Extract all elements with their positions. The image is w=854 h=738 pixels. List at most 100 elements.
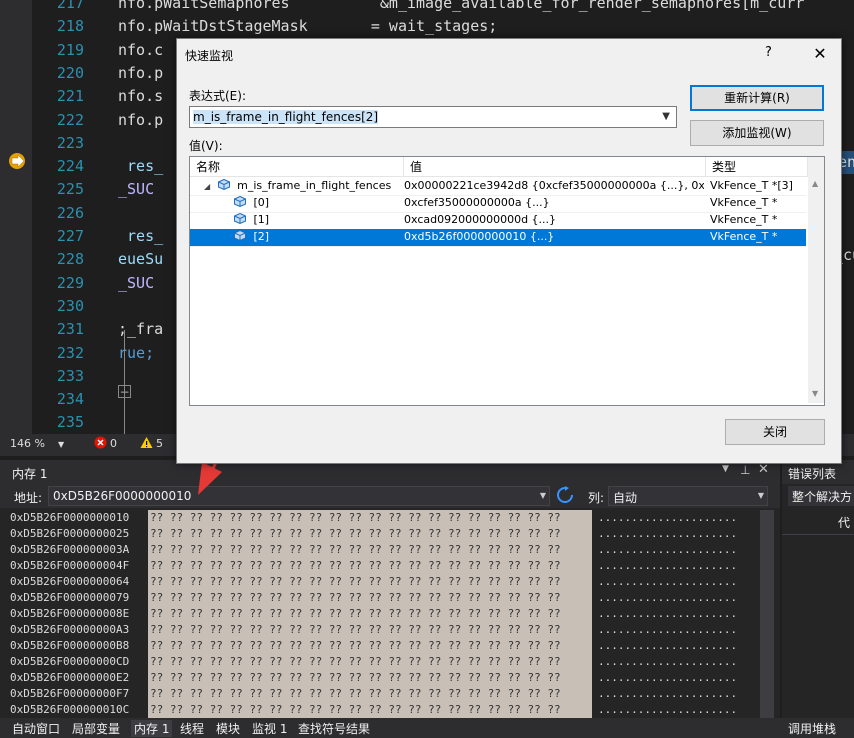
memory-row-ascii[interactable]: ..................... xyxy=(598,702,737,718)
column-header-type[interactable]: 类型 xyxy=(706,157,808,177)
scroll-down-icon[interactable]: ▼ xyxy=(812,389,818,398)
memory-row-ascii[interactable]: ..................... xyxy=(598,686,737,702)
expression-input[interactable]: m_is_frame_in_flight_fences[2] ▼ xyxy=(189,106,677,128)
bottom-tab[interactable]: 自动窗口 xyxy=(12,720,60,737)
memory-row-ascii[interactable]: ..................... xyxy=(598,574,737,590)
memory-row[interactable]: 0xD5B26F00000000F7 ?? ?? ?? ?? ?? ?? ?? ?… xyxy=(0,686,760,702)
row-type: VkFence_T * xyxy=(710,230,778,243)
memory-row-ascii[interactable]: ..................... xyxy=(598,654,737,670)
scroll-up-icon[interactable]: ▲ xyxy=(812,179,818,188)
memory-row-ascii[interactable]: ..................... xyxy=(598,526,737,542)
code-line[interactable]: res_ xyxy=(118,155,163,178)
bottom-tab[interactable]: 局部变量 xyxy=(72,720,120,737)
chevron-down-icon[interactable]: ▼ xyxy=(758,491,764,500)
memory-row-ascii[interactable]: ..................... xyxy=(598,542,737,558)
watch-grid[interactable]: 名称 值 类型 ◢ m_is_frame_in_flight_fences 0x… xyxy=(189,156,825,406)
close-button[interactable]: 关闭 xyxy=(725,419,825,445)
memory-row-ascii[interactable]: ..................... xyxy=(598,670,737,686)
memory-row[interactable]: 0xD5B26F000000010C ?? ?? ?? ?? ?? ?? ?? ?… xyxy=(0,702,760,718)
memory-row-bytes[interactable]: ?? ?? ?? ?? ?? ?? ?? ?? ?? ?? ?? ?? ?? ?… xyxy=(148,654,592,670)
watch-row-selected[interactable]: [2] 0xd5b26f0000000010 {...} VkFence_T * xyxy=(190,229,806,247)
memory-row[interactable]: 0xD5B26F00000000CD ?? ?? ?? ?? ?? ?? ?? ?… xyxy=(0,654,760,670)
columns-select[interactable]: 自动 ▼ xyxy=(608,486,768,506)
memory-row-ascii[interactable]: ..................... xyxy=(598,638,737,654)
dialog-close-button[interactable]: ✕ xyxy=(803,41,837,67)
memory-row-bytes[interactable]: ?? ?? ?? ?? ?? ?? ?? ?? ?? ?? ?? ?? ?? ?… xyxy=(148,510,592,526)
collapse-toggle[interactable]: − xyxy=(118,385,131,398)
bottom-tab[interactable]: 查找符号结果 xyxy=(298,720,370,737)
code-line[interactable]: _SUC xyxy=(118,178,154,201)
error-icon xyxy=(94,436,107,452)
code-line[interactable]: nfo.pWaitDstStageMask = wait_stages; xyxy=(118,15,497,38)
memory-row-ascii[interactable]: ..................... xyxy=(598,622,737,638)
reevaluate-icon[interactable] xyxy=(556,486,574,507)
memory-row-bytes[interactable]: ?? ?? ?? ?? ?? ?? ?? ?? ?? ?? ?? ?? ?? ?… xyxy=(148,526,592,542)
memory-row[interactable]: 0xD5B26F0000000010 ?? ?? ?? ?? ?? ?? ?? ?… xyxy=(0,510,760,526)
memory-row[interactable]: 0xD5B26F0000000025 ?? ?? ?? ?? ?? ?? ?? ?… xyxy=(0,526,760,542)
column-header-name[interactable]: 名称 xyxy=(190,157,404,177)
memory-row-bytes[interactable]: ?? ?? ?? ?? ?? ?? ?? ?? ?? ?? ?? ?? ?? ?… xyxy=(148,542,592,558)
memory-row-ascii[interactable]: ..................... xyxy=(598,510,737,526)
close-icon[interactable]: ✕ xyxy=(758,462,769,477)
code-line[interactable]: nfo.s xyxy=(118,85,163,108)
warning-count[interactable]: 5 xyxy=(156,437,163,450)
memory-row[interactable]: 0xD5B26F000000008E ?? ?? ?? ?? ?? ?? ?? ?… xyxy=(0,606,760,622)
memory-row[interactable]: 0xD5B26F00000000E2 ?? ?? ?? ?? ?? ?? ?? ?… xyxy=(0,670,760,686)
memory-row[interactable]: 0xD5B26F000000003A ?? ?? ?? ?? ?? ?? ?? ?… xyxy=(0,542,760,558)
code-line[interactable]: eueSu xyxy=(118,248,163,271)
tab-call-stack[interactable]: 调用堆栈 xyxy=(788,720,836,737)
memory-row-ascii[interactable]: ..................... xyxy=(598,606,737,622)
memory-row-bytes[interactable]: ?? ?? ?? ?? ?? ?? ?? ?? ?? ?? ?? ?? ?? ?… xyxy=(148,558,592,574)
chevron-down-icon[interactable]: ▼ xyxy=(540,491,546,500)
memory-row[interactable]: 0xD5B26F000000004F ?? ?? ?? ?? ?? ?? ?? ?… xyxy=(0,558,760,574)
code-line[interactable]: ;_fra xyxy=(118,318,163,341)
memory-row[interactable]: 0xD5B26F0000000079 ?? ?? ?? ?? ?? ?? ?? ?… xyxy=(0,590,760,606)
memory-row-bytes[interactable]: ?? ?? ?? ?? ?? ?? ?? ?? ?? ?? ?? ?? ?? ?… xyxy=(148,686,592,702)
memory-row-ascii[interactable]: ..................... xyxy=(598,590,737,606)
chevron-down-icon[interactable]: ▼ xyxy=(662,107,670,127)
memory-row-bytes[interactable]: ?? ?? ?? ?? ?? ?? ?? ?? ?? ?? ?? ?? ?? ?… xyxy=(148,574,592,590)
line-number: 219 xyxy=(56,40,84,59)
recalculate-button[interactable]: 重新计算(R) xyxy=(690,85,824,111)
watch-grid-scrollbar[interactable]: ▲ ▼ xyxy=(808,157,824,403)
memory-row-bytes[interactable]: ?? ?? ?? ?? ?? ?? ?? ?? ?? ?? ?? ?? ?? ?… xyxy=(148,606,592,622)
memory-row[interactable]: 0xD5B26F00000000A3 ?? ?? ?? ?? ?? ?? ?? ?… xyxy=(0,622,760,638)
code-line[interactable]: nfo.c xyxy=(118,39,163,62)
expand-triangle-icon[interactable]: ◢ xyxy=(204,179,210,195)
breakpoint-gutter[interactable] xyxy=(0,0,32,434)
error-count[interactable]: 0 xyxy=(110,437,117,450)
variable-cube-icon xyxy=(234,196,246,207)
memory-row-ascii[interactable]: ..................... xyxy=(598,558,737,574)
bottom-tab[interactable]: 模块 xyxy=(216,720,240,737)
code-line[interactable]: res_ xyxy=(118,225,163,248)
zoom-level[interactable]: 146 % xyxy=(10,437,45,450)
code-line[interactable]: nfo.p xyxy=(118,109,163,132)
watch-row[interactable]: [1] 0xcad092000000000d {...} VkFence_T * xyxy=(190,212,806,230)
error-list-column-header[interactable]: 代 xyxy=(782,510,854,535)
memory-row-bytes[interactable]: ?? ?? ?? ?? ?? ?? ?? ?? ?? ?? ?? ?? ?? ?… xyxy=(148,670,592,686)
line-number: 222 xyxy=(56,110,84,129)
add-watch-button[interactable]: 添加监视(W) xyxy=(690,120,824,146)
bottom-tab[interactable]: 内存 1 xyxy=(131,720,173,737)
panel-menu-icon[interactable]: ▼ xyxy=(722,464,729,474)
watch-row[interactable]: ◢ m_is_frame_in_flight_fences 0x00000221… xyxy=(190,178,806,196)
column-header-value[interactable]: 值 xyxy=(404,157,706,177)
code-line[interactable]: nfo.p xyxy=(118,62,163,85)
memory-row-bytes[interactable]: ?? ?? ?? ?? ?? ?? ?? ?? ?? ?? ?? ?? ?? ?… xyxy=(148,702,592,718)
chevron-down-icon[interactable]: ▼ xyxy=(58,440,64,449)
help-button[interactable]: ? xyxy=(765,45,772,60)
bottom-tab[interactable]: 线程 xyxy=(180,720,204,737)
memory-row[interactable]: 0xD5B26F00000000B8 ?? ?? ?? ?? ?? ?? ?? ?… xyxy=(0,638,760,654)
code-line[interactable]: nfo.pWaitSemaphores &m_image_available_f… xyxy=(118,0,804,15)
memory-row-bytes[interactable]: ?? ?? ?? ?? ?? ?? ?? ?? ?? ?? ?? ?? ?? ?… xyxy=(148,590,592,606)
memory-row-bytes[interactable]: ?? ?? ?? ?? ?? ?? ?? ?? ?? ?? ?? ?? ?? ?… xyxy=(148,638,592,654)
error-filter-select[interactable]: 整个解决方 xyxy=(788,486,854,506)
code-line[interactable]: rue; xyxy=(118,342,154,365)
pin-icon[interactable]: ⊥ xyxy=(740,463,750,477)
watch-row[interactable]: [0] 0xcfef35000000000a {...} VkFence_T * xyxy=(190,195,806,213)
memory-scrollbar[interactable] xyxy=(760,510,774,718)
code-line[interactable]: _SUC xyxy=(118,272,154,295)
memory-row-bytes[interactable]: ?? ?? ?? ?? ?? ?? ?? ?? ?? ?? ?? ?? ?? ?… xyxy=(148,622,592,638)
memory-row[interactable]: 0xD5B26F0000000064 ?? ?? ?? ?? ?? ?? ?? ?… xyxy=(0,574,760,590)
bottom-tab[interactable]: 监视 1 xyxy=(252,720,287,737)
